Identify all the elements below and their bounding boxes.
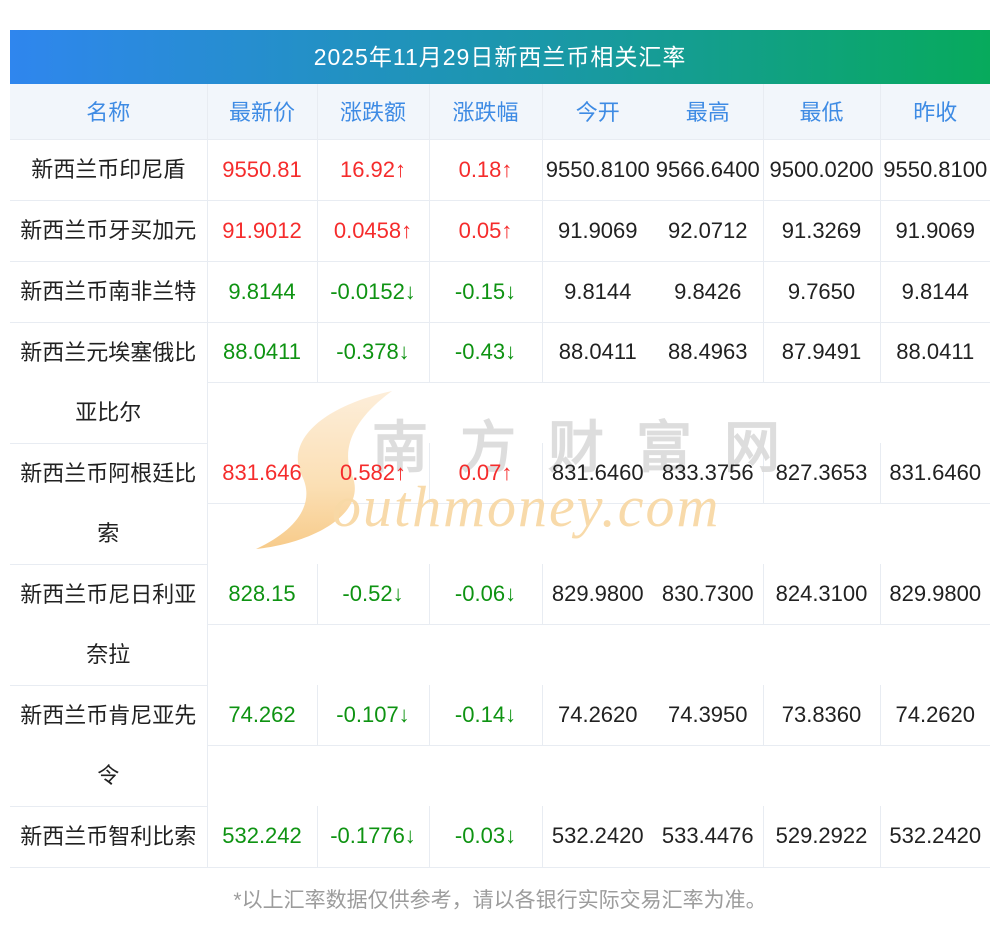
- change-amount-cell: 0.0458↑: [317, 200, 430, 262]
- change-percent-cell: 0.05↑: [429, 200, 543, 262]
- change-amount-cell: 16.92↑: [317, 139, 430, 201]
- prev-close-cell: 831.6460: [880, 443, 990, 504]
- name-cell: 新西兰元埃塞俄比亚比尔: [10, 322, 208, 444]
- name-cell: 新西兰币智利比索: [10, 806, 208, 868]
- change-percent-cell: 0.18↑: [429, 139, 543, 201]
- open-cell: 532.2420: [542, 806, 653, 868]
- currency-pair-name: 新西兰币阿根廷比索: [20, 460, 197, 546]
- table-row: 新西兰币阿根廷比索 831.646 0.582↑ 0.07↑ 831.6460 833.3…: [10, 443, 990, 565]
- latest-price-cell: 9550.81: [207, 139, 318, 201]
- change-percent-cell: -0.06↓: [429, 564, 543, 625]
- header-high: 最高: [653, 84, 764, 140]
- rates-table: 名称 最新价 涨跌额 涨跌幅 今开 最高 最低 昨收 新西兰币印尼盾 9550.8…: [10, 84, 990, 868]
- change-amount-cell: -0.52↓: [317, 564, 430, 625]
- name-cell: 新西兰币印尼盾: [10, 139, 208, 201]
- table-row: 新西兰币牙买加元 91.9012 0.0458↑ 0.05↑ 91.9069 92.071…: [10, 200, 990, 262]
- table-row: 新西兰币尼日利亚奈拉 828.15 -0.52↓ -0.06↓ 829.9800 830.…: [10, 564, 990, 686]
- currency-pair-name: 新西兰元埃塞俄比亚比尔: [20, 339, 197, 425]
- latest-price-cell: 91.9012: [207, 200, 318, 262]
- header-latest-price: 最新价: [207, 84, 318, 140]
- low-cell: 827.3653: [763, 443, 881, 504]
- change-amount-cell: 0.582↑: [317, 443, 430, 504]
- change-amount-cell: -0.1776↓: [317, 806, 430, 868]
- header-prev-close: 昨收: [880, 84, 990, 140]
- prev-close-cell: 9550.8100: [880, 139, 990, 201]
- latest-price-cell: 9.8144: [207, 261, 318, 323]
- table-row: 新西兰元埃塞俄比亚比尔 88.0411 -0.378↓ -0.43↓ 88.0411 88…: [10, 322, 990, 444]
- latest-price-cell: 828.15: [207, 564, 318, 625]
- prev-close-cell: 91.9069: [880, 200, 990, 262]
- latest-price-cell: 88.0411: [207, 322, 318, 383]
- change-amount-cell: -0.0152↓: [317, 261, 430, 323]
- open-cell: 9550.8100: [542, 139, 653, 201]
- rate-table-body: 新西兰币印尼盾 9550.81 16.92↑ 0.18↑ 9550.8100 9566.6…: [10, 139, 990, 868]
- header-change-amount: 涨跌额: [317, 84, 430, 140]
- disclaimer-note: *以上汇率数据仅供参考，请以各银行实际交易汇率为准。: [233, 888, 767, 912]
- table-row: 新西兰币肯尼亚先令 74.262 -0.107↓ -0.14↓ 74.2620 74.39…: [10, 685, 990, 807]
- header-open: 今开: [542, 84, 653, 140]
- table-row: 新西兰币智利比索 532.242 -0.1776↓ -0.03↓ 532.2420 533…: [10, 806, 990, 868]
- latest-price-cell: 532.242: [207, 806, 318, 868]
- page: 2025年11月29日新西兰币相关汇率 名称 最新价 涨跌额 涨跌幅 今开 最高…: [0, 0, 1000, 914]
- name-cell: 新西兰币肯尼亚先令: [10, 685, 208, 807]
- change-percent-cell: -0.43↓: [429, 322, 543, 383]
- high-cell: 74.3950: [653, 685, 764, 746]
- change-percent-cell: -0.15↓: [429, 261, 543, 323]
- low-cell: 529.2922: [763, 806, 881, 868]
- high-cell: 88.4963: [653, 322, 764, 383]
- table-row: 新西兰币印尼盾 9550.81 16.92↑ 0.18↑ 9550.8100 9566.6…: [10, 139, 990, 201]
- currency-pair-name: 新西兰币南非兰特: [20, 278, 197, 304]
- name-cell: 新西兰币阿根廷比索: [10, 443, 208, 565]
- header-change-percent: 涨跌幅: [429, 84, 543, 140]
- open-cell: 88.0411: [542, 322, 653, 383]
- prev-close-cell: 829.9800: [880, 564, 990, 625]
- change-percent-cell: 0.07↑: [429, 443, 543, 504]
- empty-filler-cell: [207, 383, 990, 444]
- empty-filler-cell: [207, 746, 990, 807]
- header-name: 名称: [10, 84, 208, 140]
- prev-close-cell: 9.8144: [880, 261, 990, 323]
- name-cell: 新西兰币牙买加元: [10, 200, 208, 262]
- open-cell: 829.9800: [542, 564, 653, 625]
- open-cell: 91.9069: [542, 200, 653, 262]
- high-cell: 92.0712: [653, 200, 764, 262]
- title-bar: 2025年11月29日新西兰币相关汇率: [10, 30, 990, 84]
- open-cell: 74.2620: [542, 685, 653, 746]
- high-cell: 833.3756: [653, 443, 764, 504]
- high-cell: 830.7300: [653, 564, 764, 625]
- low-cell: 73.8360: [763, 685, 881, 746]
- prev-close-cell: 74.2620: [880, 685, 990, 746]
- low-cell: 9.7650: [763, 261, 881, 323]
- low-cell: 91.3269: [763, 200, 881, 262]
- low-cell: 9500.0200: [763, 139, 881, 201]
- low-cell: 87.9491: [763, 322, 881, 383]
- latest-price-cell: 831.646: [207, 443, 318, 504]
- low-cell: 824.3100: [763, 564, 881, 625]
- page-title: 2025年11月29日新西兰币相关汇率: [313, 44, 687, 70]
- name-cell: 新西兰币南非兰特: [10, 261, 208, 323]
- change-amount-cell: -0.107↓: [317, 685, 430, 746]
- high-cell: 533.4476: [653, 806, 764, 868]
- currency-pair-name: 新西兰币肯尼亚先令: [20, 702, 197, 788]
- table-row: 新西兰币南非兰特 9.8144 -0.0152↓ -0.15↓ 9.8144 9.8426…: [10, 261, 990, 323]
- change-percent-cell: -0.14↓: [429, 685, 543, 746]
- table-header-row: 名称 最新价 涨跌额 涨跌幅 今开 最高 最低 昨收: [10, 84, 990, 140]
- name-cell: 新西兰币尼日利亚奈拉: [10, 564, 208, 686]
- latest-price-cell: 74.262: [207, 685, 318, 746]
- change-percent-cell: -0.03↓: [429, 806, 543, 868]
- change-amount-cell: -0.378↓: [317, 322, 430, 383]
- open-cell: 9.8144: [542, 261, 653, 323]
- currency-pair-name: 新西兰币智利比索: [20, 823, 197, 849]
- high-cell: 9.8426: [653, 261, 764, 323]
- prev-close-cell: 88.0411: [880, 322, 990, 383]
- currency-pair-name: 新西兰币牙买加元: [20, 217, 197, 243]
- open-cell: 831.6460: [542, 443, 653, 504]
- high-cell: 9566.6400: [653, 139, 764, 201]
- header-low: 最低: [763, 84, 881, 140]
- currency-pair-name: 新西兰币印尼盾: [31, 156, 186, 182]
- empty-filler-cell: [207, 625, 990, 686]
- currency-pair-name: 新西兰币尼日利亚奈拉: [20, 581, 197, 667]
- empty-filler-cell: [207, 504, 990, 565]
- prev-close-cell: 532.2420: [880, 806, 990, 868]
